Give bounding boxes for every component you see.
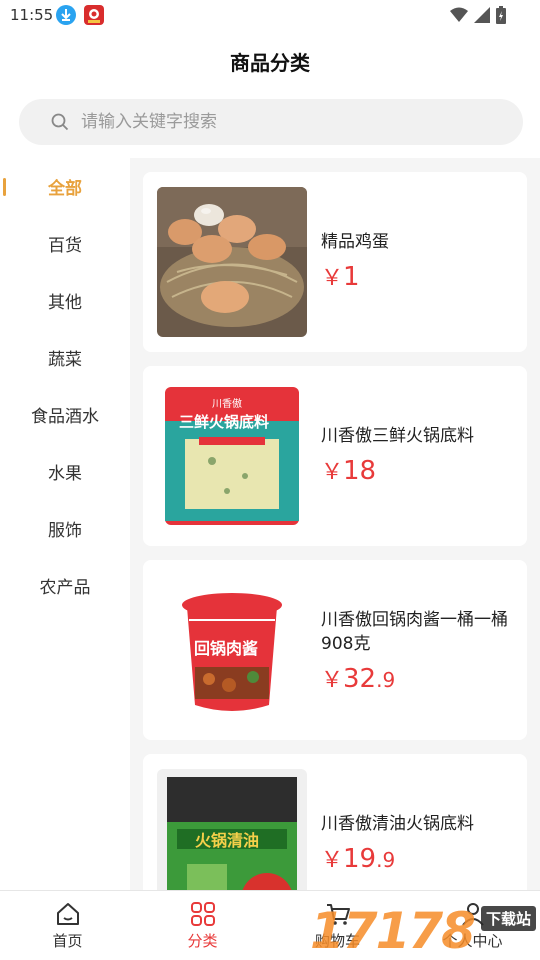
- sidebar-item-label: 其他: [48, 293, 82, 313]
- price-currency: ￥: [321, 266, 344, 291]
- product-info: 川香傲清油火锅底料 ￥19.9: [321, 812, 521, 874]
- sidebar-item-label: 蔬菜: [48, 350, 82, 370]
- product-card[interactable]: 精品鸡蛋 ￥1: [143, 172, 527, 352]
- watermark-number: 17178: [310, 902, 476, 960]
- product-image-pork-sauce: 回锅肉酱: [157, 575, 307, 725]
- product-price: ￥19.9: [321, 842, 521, 874]
- price-decimal: .9: [376, 668, 396, 692]
- price-integer: 19: [343, 844, 377, 874]
- product-card[interactable]: 回锅肉酱 川香傲回锅肉酱一桶一桶908克 ￥32.9: [143, 560, 527, 740]
- download-notification-icon: [56, 5, 76, 25]
- product-image-eggs: [157, 187, 307, 337]
- tab-label: 分类: [187, 932, 218, 950]
- tab-category[interactable]: 分类: [135, 891, 270, 960]
- sidebar-item-label: 百货: [48, 236, 82, 256]
- sidebar-item-label: 食品酒水: [31, 407, 99, 427]
- product-info: 川香傲三鲜火锅底料 ￥18: [321, 424, 521, 486]
- price-currency: ￥: [321, 848, 344, 873]
- product-image-brand: 川香傲: [212, 399, 242, 410]
- price-integer: 18: [343, 456, 377, 486]
- sidebar-item-all[interactable]: 全部: [0, 158, 130, 215]
- product-price: ￥1: [321, 260, 521, 292]
- active-indicator: [3, 178, 6, 196]
- product-image-clear-oil-hotpot: 火锅清油: [157, 769, 307, 890]
- product-image-hotpot-base: 川香傲 三鲜火锅底料: [157, 381, 307, 531]
- price-integer: 32: [343, 664, 377, 694]
- sidebar-item-food-drinks[interactable]: 食品酒水: [0, 386, 130, 443]
- product-card[interactable]: 川香傲 三鲜火锅底料 川香傲三鲜火锅底料 ￥18: [143, 366, 527, 546]
- sidebar-item-clothing[interactable]: 服饰: [0, 500, 130, 557]
- tab-label: 首页: [52, 932, 83, 950]
- status-indicators: [450, 6, 506, 24]
- watermark-text: 下载站: [480, 906, 536, 931]
- product-name: 川香傲回锅肉酱一桶一桶908克: [321, 610, 508, 654]
- watermark-logo: 17178 下载站: [310, 898, 536, 960]
- product-image-label: 回锅肉酱: [194, 639, 259, 658]
- sidebar-item-vegetables[interactable]: 蔬菜: [0, 329, 130, 386]
- product-image-label: 火锅清油: [195, 831, 260, 850]
- signal-icon: [474, 7, 490, 23]
- price-integer: 1: [343, 262, 360, 292]
- page-title: 商品分类: [230, 50, 310, 75]
- product-card[interactable]: 火锅清油 川香傲清油火锅底料 ￥19.9: [143, 754, 527, 890]
- product-name: 川香傲清油火锅底料: [321, 814, 474, 834]
- product-info: 精品鸡蛋 ￥1: [321, 230, 521, 292]
- home-icon: [56, 903, 79, 925]
- page-header: 商品分类: [0, 32, 540, 90]
- sidebar-item-label: 水果: [48, 464, 82, 484]
- product-name: 精品鸡蛋: [321, 232, 389, 252]
- status-time: 11:55: [10, 6, 54, 24]
- status-bar: 11:55: [0, 0, 540, 32]
- price-currency: ￥: [321, 460, 344, 485]
- product-price: ￥32.9: [321, 662, 521, 694]
- sidebar-item-label: 服饰: [48, 521, 82, 541]
- product-price: ￥18: [321, 454, 521, 486]
- sidebar-item-general-goods[interactable]: 百货: [0, 215, 130, 272]
- product-info: 川香傲回锅肉酱一桶一桶908克 ￥32.9: [321, 608, 521, 694]
- app-notification-icon: [84, 5, 104, 25]
- tab-home[interactable]: 首页: [0, 891, 135, 960]
- battery-icon: [496, 6, 506, 24]
- product-list[interactable]: 精品鸡蛋 ￥1 川香傲 三鲜火锅底料 川香傲三鲜火锅底料 ￥18 回锅肉酱 川香…: [130, 158, 540, 890]
- sidebar-item-fruit[interactable]: 水果: [0, 443, 130, 500]
- sidebar-item-farm-products[interactable]: 农产品: [0, 557, 130, 614]
- sidebar-item-label: 农产品: [39, 578, 91, 598]
- product-name: 川香傲三鲜火锅底料: [321, 426, 474, 446]
- search-bar[interactable]: [19, 99, 523, 145]
- category-sidebar: 全部 百货 其他 蔬菜 食品酒水 水果 服饰 农产品: [0, 158, 130, 890]
- search-icon: [51, 113, 69, 131]
- price-decimal: .9: [376, 848, 396, 872]
- search-input[interactable]: [81, 112, 481, 132]
- sidebar-item-label: 全部: [48, 179, 82, 199]
- wifi-icon: [450, 7, 468, 22]
- category-icon: [190, 902, 215, 926]
- product-image-banner: 三鲜火锅底料: [179, 413, 270, 431]
- price-currency: ￥: [321, 668, 344, 693]
- sidebar-item-other[interactable]: 其他: [0, 272, 130, 329]
